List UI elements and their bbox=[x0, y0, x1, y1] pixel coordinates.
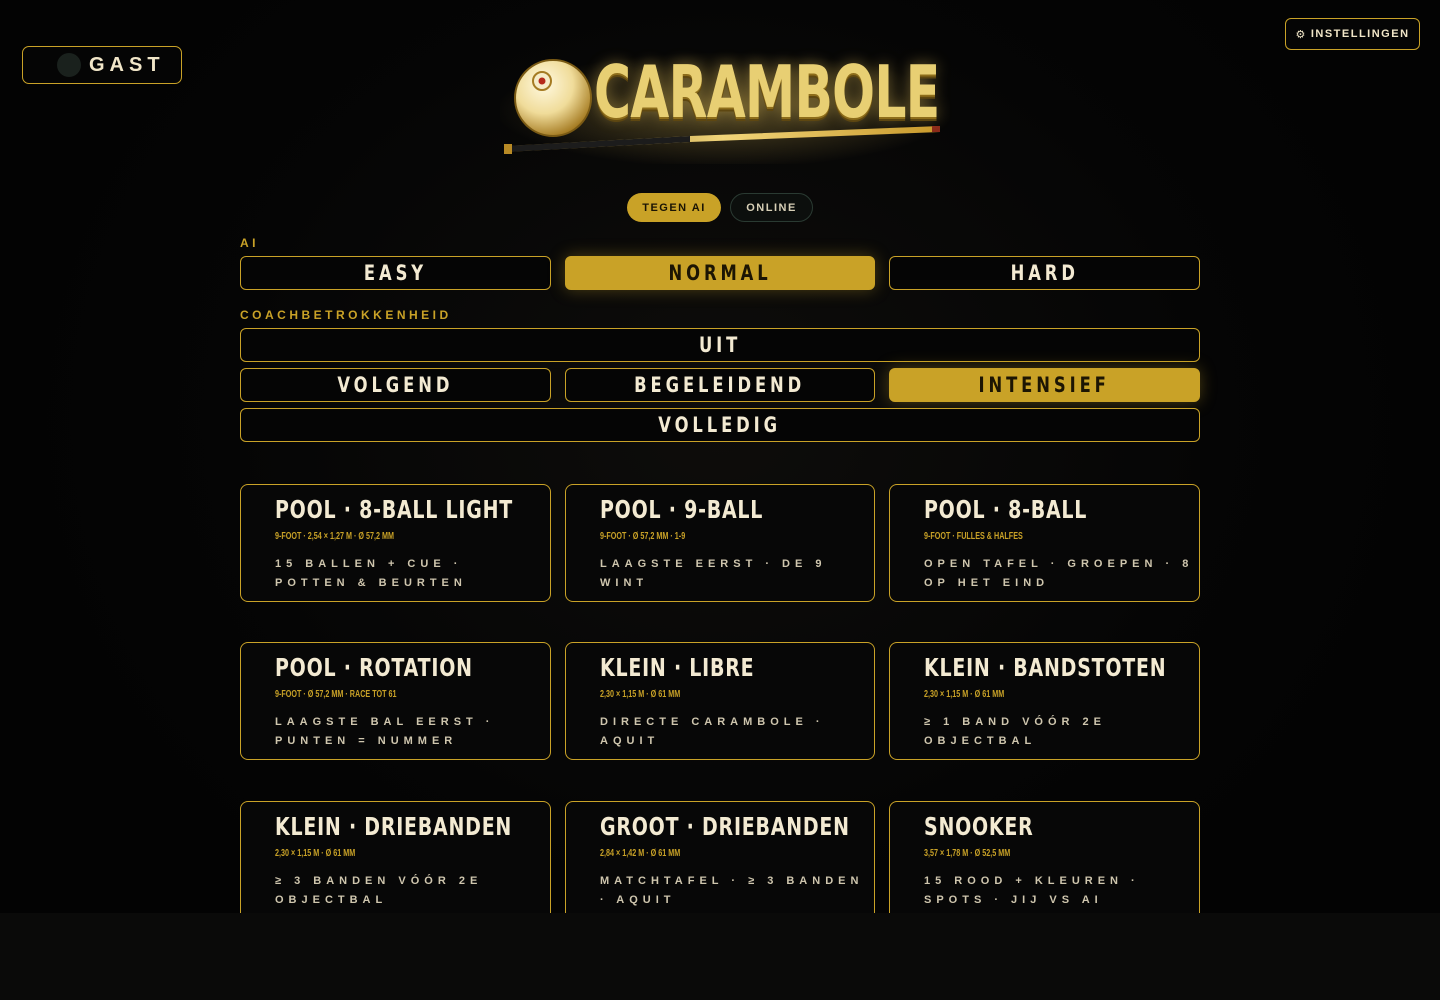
game-card-title: POOL · ROTATION bbox=[275, 653, 473, 682]
game-card-desc: LAAGSTE EERST · DE 9 WINT bbox=[600, 558, 827, 589]
game-card-spec: 9-FOOT · Ø 57,2 MM · RACE TOT 61 bbox=[275, 689, 397, 700]
ai-hard-button[interactable]: HARD bbox=[889, 256, 1200, 290]
game-card-title: POOL · 8-BALL LIGHT bbox=[275, 495, 513, 524]
game-card-spec: 2,30 × 1,15 M · Ø 61 MM bbox=[275, 848, 356, 859]
game-card-title: KLEIN · BANDSTOTEN bbox=[924, 653, 1167, 682]
avatar bbox=[57, 53, 81, 77]
coach-volgend-button[interactable]: VOLGEND bbox=[240, 368, 551, 402]
game-card-snooker[interactable]: SNOOKER 3,57 × 1,78 M · Ø 52,5 MM 15 ROO… bbox=[889, 801, 1200, 913]
game-card-desc: LAAGSTE BAL EERST · PUNTEN = NUMMER bbox=[275, 716, 495, 747]
coach-uit-button[interactable]: UIT bbox=[240, 328, 1200, 362]
mode-vs-ai-button[interactable]: TEGEN AI bbox=[627, 193, 721, 222]
coach-volledig-button[interactable]: VOLLEDIG bbox=[240, 408, 1200, 442]
coach-section-label: COACHBETROKKENHEID bbox=[240, 308, 452, 322]
game-card-groot-driebanden[interactable]: GROOT · DRIEBANDEN 2,84 × 1,42 M · Ø 61 … bbox=[565, 801, 875, 913]
game-card-title: SNOOKER bbox=[924, 812, 1034, 841]
game-card-pool-rotation[interactable]: POOL · ROTATION 9-FOOT · Ø 57,2 MM · RAC… bbox=[240, 642, 551, 760]
coach-begeleidend-button[interactable]: BEGELEIDEND bbox=[565, 368, 875, 402]
game-card-pool-8ball-light[interactable]: POOL · 8-BALL LIGHT 9-FOOT · 2,54 × 1,27… bbox=[240, 484, 551, 602]
ai-section-label: AI bbox=[240, 236, 259, 250]
game-card-klein-driebanden[interactable]: KLEIN · DRIEBANDEN 2,30 × 1,15 M · Ø 61 … bbox=[240, 801, 551, 913]
game-card-klein-bandstoten[interactable]: KLEIN · BANDSTOTEN 2,30 × 1,15 M · Ø 61 … bbox=[889, 642, 1200, 760]
game-card-spec: 3,57 × 1,78 M · Ø 52,5 MM bbox=[924, 848, 1011, 859]
ai-hard-label: HARD bbox=[1010, 261, 1079, 285]
coach-volgend-label: VOLGEND bbox=[337, 373, 454, 397]
ai-easy-button[interactable]: EASY bbox=[240, 256, 551, 290]
game-card-desc: OPEN TAFEL · GROEPEN · 8 OP HET EIND bbox=[924, 558, 1194, 589]
game-card-title: KLEIN · LIBRE bbox=[600, 653, 755, 682]
game-card-pool-8ball[interactable]: POOL · 8-BALL 9-FOOT · FULLES & HALFES O… bbox=[889, 484, 1200, 602]
game-card-desc: MATCHTAFEL · ≥ 3 BANDEN · AQUIT bbox=[600, 875, 864, 906]
ai-normal-label: NORMAL bbox=[668, 261, 772, 285]
settings-button[interactable]: ⚙ INSTELLINGEN bbox=[1285, 18, 1420, 50]
game-card-spec: 9-FOOT · Ø 57,2 MM · 1-9 bbox=[600, 531, 686, 542]
game-card-desc: ≥ 3 BANDEN VÓÓR 2E OBJECTBAL bbox=[275, 875, 483, 906]
coach-intensief-label: INTENSIEF bbox=[978, 373, 1111, 397]
game-card-title: GROOT · DRIEBANDEN bbox=[600, 812, 850, 841]
user-name: GAST bbox=[89, 53, 165, 76]
coach-uit-label: UIT bbox=[698, 333, 742, 357]
game-card-desc: DIRECTE CARAMBOLE · AQUIT bbox=[600, 716, 825, 747]
bottom-strip bbox=[0, 913, 1440, 1000]
game-card-klein-libre[interactable]: KLEIN · LIBRE 2,30 × 1,15 M · Ø 61 MM DI… bbox=[565, 642, 875, 760]
ai-easy-label: EASY bbox=[363, 261, 428, 285]
main-viewport: GAST ⚙ INSTELLINGEN CARAMBOLE TEGEN AI O… bbox=[0, 0, 1440, 913]
game-card-title: POOL · 9-BALL bbox=[600, 495, 764, 524]
mode-online-button[interactable]: ONLINE bbox=[730, 193, 813, 222]
coach-volledig-label: VOLLEDIG bbox=[658, 413, 782, 437]
ai-normal-button[interactable]: NORMAL bbox=[565, 256, 875, 290]
game-card-title: KLEIN · DRIEBANDEN bbox=[275, 812, 513, 841]
game-card-spec: 2,30 × 1,15 M · Ø 61 MM bbox=[600, 689, 681, 700]
coach-intensief-button[interactable]: INTENSIEF bbox=[889, 368, 1200, 402]
game-card-title: POOL · 8-BALL bbox=[924, 495, 1088, 524]
game-card-spec: 9-FOOT · 2,54 × 1,27 M · Ø 57,2 MM bbox=[275, 531, 395, 542]
game-card-desc: 15 ROOD + KLEUREN · SPOTS · JIJ VS AI bbox=[924, 875, 1140, 906]
gear-icon: ⚙ bbox=[1295, 28, 1307, 41]
game-card-desc: ≥ 1 BAND VÓÓR 2E OBJECTBAL bbox=[924, 716, 1107, 747]
game-card-desc: 15 BALLEN + CUE · POTTEN & BEURTEN bbox=[275, 558, 467, 589]
settings-label: INSTELLINGEN bbox=[1310, 28, 1410, 40]
logo-title: CARAMBOLE bbox=[594, 50, 940, 134]
game-card-spec: 2,84 × 1,42 M · Ø 61 MM bbox=[600, 848, 681, 859]
guest-profile-button[interactable]: GAST bbox=[22, 46, 182, 84]
game-card-pool-9ball[interactable]: POOL · 9-BALL 9-FOOT · Ø 57,2 MM · 1-9 L… bbox=[565, 484, 875, 602]
game-card-spec: 9-FOOT · FULLES & HALFES bbox=[924, 531, 1023, 542]
coach-begeleidend-label: BEGELEIDEND bbox=[634, 373, 806, 397]
game-card-spec: 2,30 × 1,15 M · Ø 61 MM bbox=[924, 689, 1005, 700]
